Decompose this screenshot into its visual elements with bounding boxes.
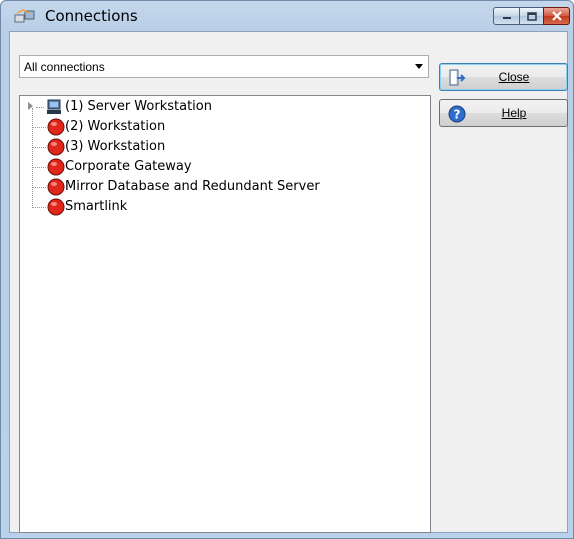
chevron-down-icon[interactable] (415, 64, 423, 69)
tree-item-label: Smartlink (65, 199, 128, 214)
tree-item-smartlink[interactable]: Smartlink (20, 197, 420, 217)
minimize-button[interactable] (493, 7, 520, 25)
red-status-icon (47, 138, 65, 156)
close-button-label: Close (498, 70, 530, 84)
red-status-icon (47, 198, 65, 216)
connection-filter-dropdown[interactable]: All connections (19, 55, 429, 78)
connection-filter-value: All connections (24, 60, 105, 74)
tree-item-label: Mirror Database and Redundant Server (65, 179, 320, 194)
tree-item-label: (2) Workstation (65, 119, 166, 134)
close-button[interactable]: Close (439, 63, 568, 91)
tree-connector (32, 127, 46, 128)
tree-connector (32, 147, 46, 148)
title-bar[interactable]: Connections (1, 1, 573, 31)
tree-item-label: (3) Workstation (65, 139, 166, 154)
tree-item-mirror-database[interactable]: Mirror Database and Redundant Server (20, 177, 420, 197)
tree-item-label: (1) Server Workstation (65, 99, 212, 114)
tree-connector (32, 187, 46, 188)
window-close-button[interactable] (543, 7, 570, 25)
help-icon: ? (448, 105, 466, 123)
exit-door-icon (449, 69, 466, 86)
tree-connector (32, 167, 46, 168)
svg-text:?: ? (454, 108, 461, 122)
red-status-icon (47, 158, 65, 176)
dialog-body: All connections (1) Server Workstation (… (9, 31, 568, 533)
tree-item-server-workstation[interactable]: (1) Server Workstation (20, 97, 420, 117)
minimize-icon (502, 17, 511, 19)
tree-item-corporate-gateway[interactable]: Corporate Gateway (20, 157, 420, 177)
help-button-label: Help (501, 106, 527, 120)
tree-connector (36, 107, 44, 108)
tree-item-workstation-2[interactable]: (2) Workstation (20, 117, 420, 137)
connections-window: Connections All connections (1) Server W… (0, 0, 574, 539)
red-status-icon (47, 178, 65, 196)
window-title: Connections (45, 7, 138, 25)
red-status-icon (47, 118, 65, 136)
connections-icon (14, 9, 35, 23)
close-icon (551, 11, 562, 21)
tree-item-workstation-3[interactable]: (3) Workstation (20, 137, 420, 157)
maximize-button[interactable] (519, 7, 544, 25)
help-button[interactable]: ? Help (439, 99, 568, 127)
tree-item-label: Corporate Gateway (65, 159, 192, 174)
maximize-icon (526, 11, 537, 21)
tree-connector (32, 207, 46, 208)
computer-icon (47, 99, 61, 114)
connections-tree[interactable]: (1) Server Workstation (2) Workstation (… (19, 95, 431, 533)
